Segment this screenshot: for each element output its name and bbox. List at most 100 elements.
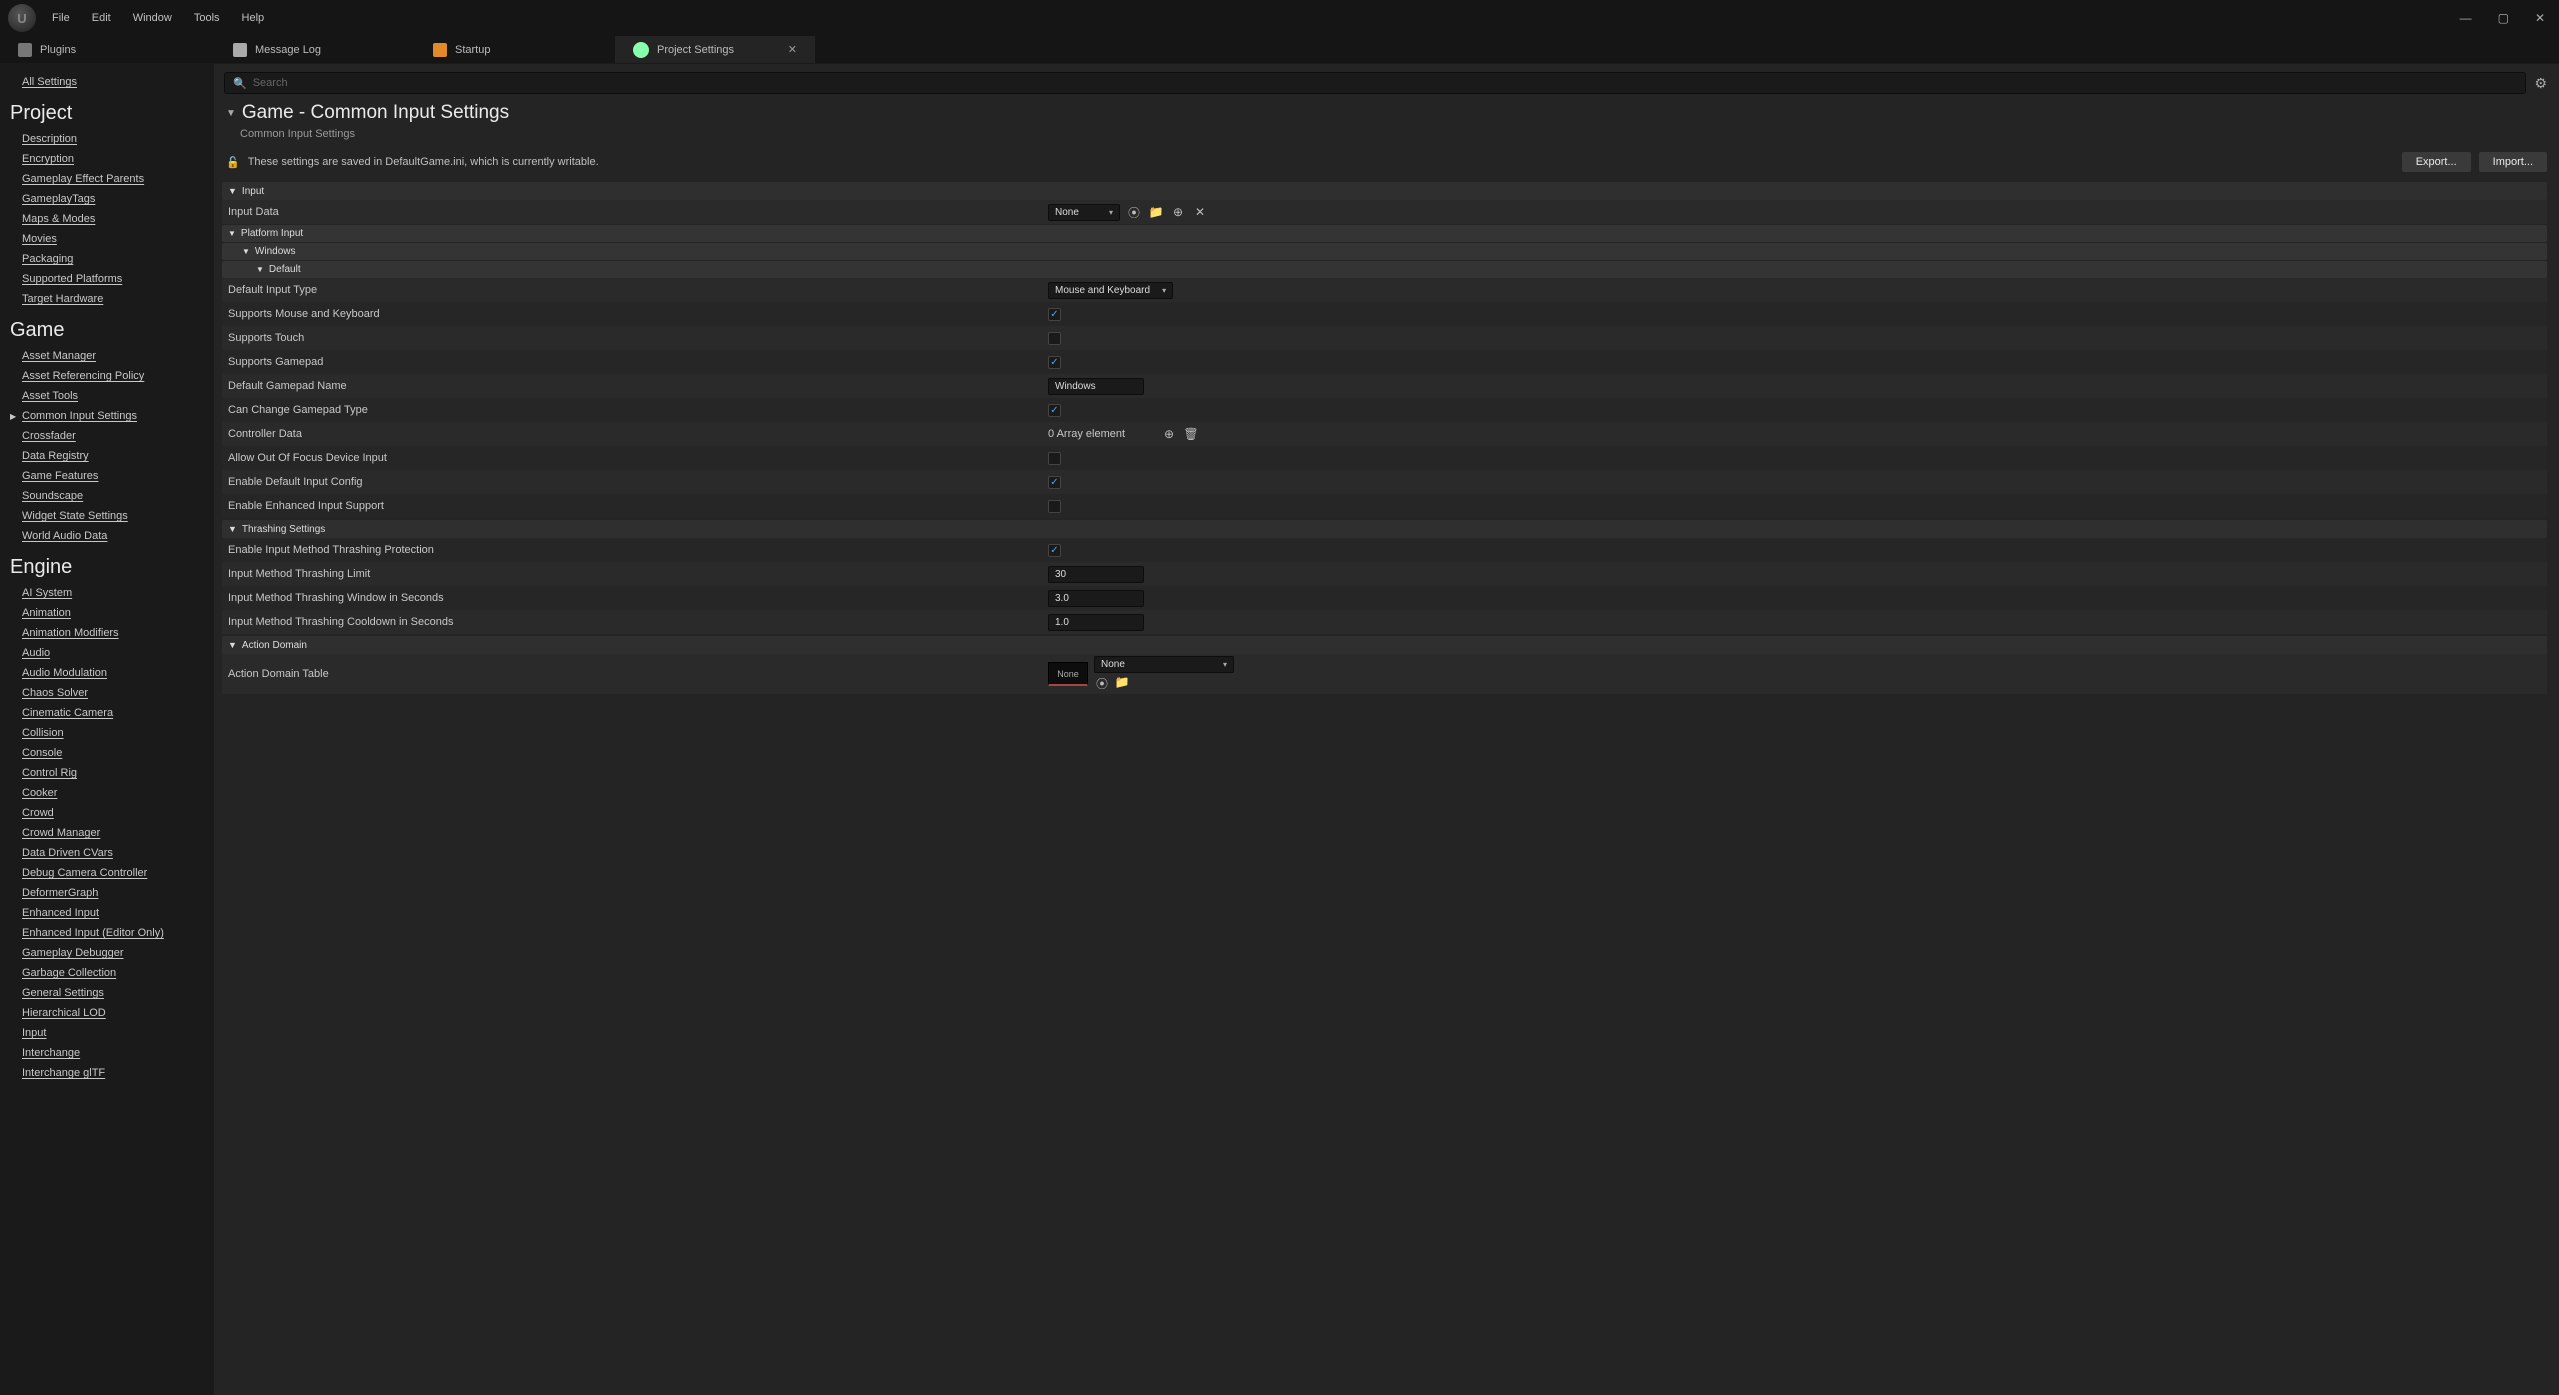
label-allow-oof: Allow Out Of Focus Device Input <box>228 452 387 464</box>
section-action-domain[interactable]: ▼Action Domain <box>222 636 2547 654</box>
sidebar-item-animation[interactable]: Animation <box>0 603 214 623</box>
sidebar-item-interchange[interactable]: Interchange <box>0 1043 214 1063</box>
thrash-limit-input[interactable] <box>1048 566 1144 583</box>
sidebar-item-collision[interactable]: Collision <box>0 723 214 743</box>
sidebar-item-crossfader[interactable]: Crossfader <box>0 426 214 446</box>
enable-protection-checkbox[interactable]: ✓ <box>1048 544 1061 557</box>
supports-gamepad-checkbox[interactable]: ✓ <box>1048 356 1061 369</box>
settings-icon <box>633 42 649 58</box>
sidebar-item-crowd-manager[interactable]: Crowd Manager <box>0 823 214 843</box>
settings-gear-icon[interactable]: ⚙ <box>2534 75 2547 92</box>
property-grid[interactable]: ▼Input Input Data None▾ ⦿ 📁 ⊕ ✕ ▼Platfor… <box>214 180 2559 1395</box>
collapse-icon[interactable]: ▼ <box>226 108 236 119</box>
sidebar-item-gameplaytags[interactable]: GameplayTags <box>0 189 214 209</box>
tab-message-log[interactable]: Message Log <box>215 36 415 63</box>
sidebar-item-crowd[interactable]: Crowd <box>0 803 214 823</box>
supports-mk-checkbox[interactable]: ✓ <box>1048 308 1061 321</box>
sidebar-item-cinematic-camera[interactable]: Cinematic Camera <box>0 703 214 723</box>
sidebar-item-gameplay-effect-parents[interactable]: Gameplay Effect Parents <box>0 169 214 189</box>
sidebar-item-maps-modes[interactable]: Maps & Modes <box>0 209 214 229</box>
thrash-cooldown-input[interactable] <box>1048 614 1144 631</box>
asset-thumbnail[interactable]: None <box>1048 662 1088 686</box>
sidebar-item-control-rig[interactable]: Control Rig <box>0 763 214 783</box>
sidebar-item-garbage-collection[interactable]: Garbage Collection <box>0 963 214 983</box>
browse-asset-icon[interactable]: 📁 <box>1114 675 1130 692</box>
sidebar-item-world-audio-data[interactable]: World Audio Data <box>0 526 214 546</box>
sidebar-item-asset-manager[interactable]: Asset Manager <box>0 346 214 366</box>
sidebar-item-supported-platforms[interactable]: Supported Platforms <box>0 269 214 289</box>
sidebar-item-cooker[interactable]: Cooker <box>0 783 214 803</box>
sidebar-item-data-driven-cvars[interactable]: Data Driven CVars <box>0 843 214 863</box>
allow-oof-checkbox[interactable] <box>1048 452 1061 465</box>
sidebar-item-audio[interactable]: Audio <box>0 643 214 663</box>
tab-startup[interactable]: Startup <box>415 36 615 63</box>
add-icon[interactable]: ⊕ <box>1170 205 1186 219</box>
input-data-dropdown[interactable]: None▾ <box>1048 204 1120 221</box>
enable-default-cfg-checkbox[interactable]: ✓ <box>1048 476 1061 489</box>
sidebar-item-asset-tools[interactable]: Asset Tools <box>0 386 214 406</box>
sidebar-item-enhanced-input[interactable]: Enhanced Input <box>0 903 214 923</box>
section-platform-input[interactable]: ▼Platform Input <box>222 225 2547 242</box>
supports-touch-checkbox[interactable] <box>1048 332 1061 345</box>
sidebar-item-asset-referencing-policy[interactable]: Asset Referencing Policy <box>0 366 214 386</box>
can-change-gamepad-checkbox[interactable]: ✓ <box>1048 404 1061 417</box>
menu-edit[interactable]: Edit <box>92 12 111 24</box>
sidebar-item-console[interactable]: Console <box>0 743 214 763</box>
sidebar-item-input[interactable]: Input <box>0 1023 214 1043</box>
sidebar-item-general-settings[interactable]: General Settings <box>0 983 214 1003</box>
import-button[interactable]: Import... <box>2479 152 2547 172</box>
app-logo[interactable]: U <box>8 4 36 32</box>
array-add-icon[interactable]: ⊕ <box>1161 427 1177 441</box>
sidebar-item-chaos-solver[interactable]: Chaos Solver <box>0 683 214 703</box>
tab-project-settings[interactable]: Project Settings✕ <box>615 36 815 63</box>
thrash-window-input[interactable] <box>1048 590 1144 607</box>
sidebar-item-deformergraph[interactable]: DeformerGraph <box>0 883 214 903</box>
sidebar-item-packaging[interactable]: Packaging <box>0 249 214 269</box>
sidebar-item-gameplay-debugger[interactable]: Gameplay Debugger <box>0 943 214 963</box>
sidebar-item-target-hardware[interactable]: Target Hardware <box>0 289 214 309</box>
sidebar-item-widget-state-settings[interactable]: Widget State Settings <box>0 506 214 526</box>
label-enable-enhanced: Enable Enhanced Input Support <box>228 500 384 512</box>
minimize-button[interactable]: — <box>2460 11 2472 25</box>
default-gamepad-name-input[interactable] <box>1048 378 1144 395</box>
menu-window[interactable]: Window <box>133 12 172 24</box>
label-can-change-gamepad: Can Change Gamepad Type <box>228 404 368 416</box>
close-button[interactable]: ✕ <box>2535 11 2545 25</box>
sidebar-item-game-features[interactable]: Game Features <box>0 466 214 486</box>
sidebar-item-animation-modifiers[interactable]: Animation Modifiers <box>0 623 214 643</box>
export-button[interactable]: Export... <box>2402 152 2471 172</box>
sidebar-item-hierarchical-lod[interactable]: Hierarchical LOD <box>0 1003 214 1023</box>
sidebar-item-movies[interactable]: Movies <box>0 229 214 249</box>
browse-icon[interactable]: 📁 <box>1148 205 1164 219</box>
section-default[interactable]: ▼Default <box>222 261 2547 278</box>
sidebar-item-interchange-gltf[interactable]: Interchange glTF <box>0 1063 214 1083</box>
menu-help[interactable]: Help <box>242 12 265 24</box>
maximize-button[interactable]: ▢ <box>2498 11 2509 25</box>
close-tab-icon[interactable]: ✕ <box>788 43 797 56</box>
sidebar-item-soundscape[interactable]: Soundscape <box>0 486 214 506</box>
section-windows[interactable]: ▼Windows <box>222 243 2547 260</box>
default-input-type-dropdown[interactable]: Mouse and Keyboard▾ <box>1048 282 1173 299</box>
use-selected-icon[interactable]: ⦿ <box>1126 204 1142 221</box>
search-input[interactable]: 🔍Search <box>224 72 2526 94</box>
use-selected-asset-icon[interactable]: ⦿ <box>1094 675 1110 692</box>
sidebar-item-ai-system[interactable]: AI System <box>0 583 214 603</box>
menu-tools[interactable]: Tools <box>194 12 220 24</box>
tab-plugins[interactable]: Plugins <box>0 36 215 63</box>
settings-sidebar[interactable]: All Settings Project Description Encrypt… <box>0 64 214 1395</box>
section-input[interactable]: ▼Input <box>222 182 2547 200</box>
sidebar-all-settings[interactable]: All Settings <box>0 72 214 92</box>
array-clear-icon[interactable]: 🗑 <box>1183 427 1199 441</box>
sidebar-item-description[interactable]: Description <box>0 129 214 149</box>
sidebar-item-common-input-settings[interactable]: Common Input Settings <box>0 406 214 426</box>
sidebar-item-data-registry[interactable]: Data Registry <box>0 446 214 466</box>
section-thrashing[interactable]: ▼Thrashing Settings <box>222 520 2547 538</box>
action-domain-dropdown[interactable]: None▾ <box>1094 656 1234 673</box>
sidebar-item-enhanced-input-editor[interactable]: Enhanced Input (Editor Only) <box>0 923 214 943</box>
enable-enhanced-checkbox[interactable] <box>1048 500 1061 513</box>
menu-file[interactable]: File <box>52 12 70 24</box>
sidebar-item-encryption[interactable]: Encryption <box>0 149 214 169</box>
clear-icon[interactable]: ✕ <box>1192 205 1208 219</box>
sidebar-item-debug-camera-controller[interactable]: Debug Camera Controller <box>0 863 214 883</box>
sidebar-item-audio-modulation[interactable]: Audio Modulation <box>0 663 214 683</box>
